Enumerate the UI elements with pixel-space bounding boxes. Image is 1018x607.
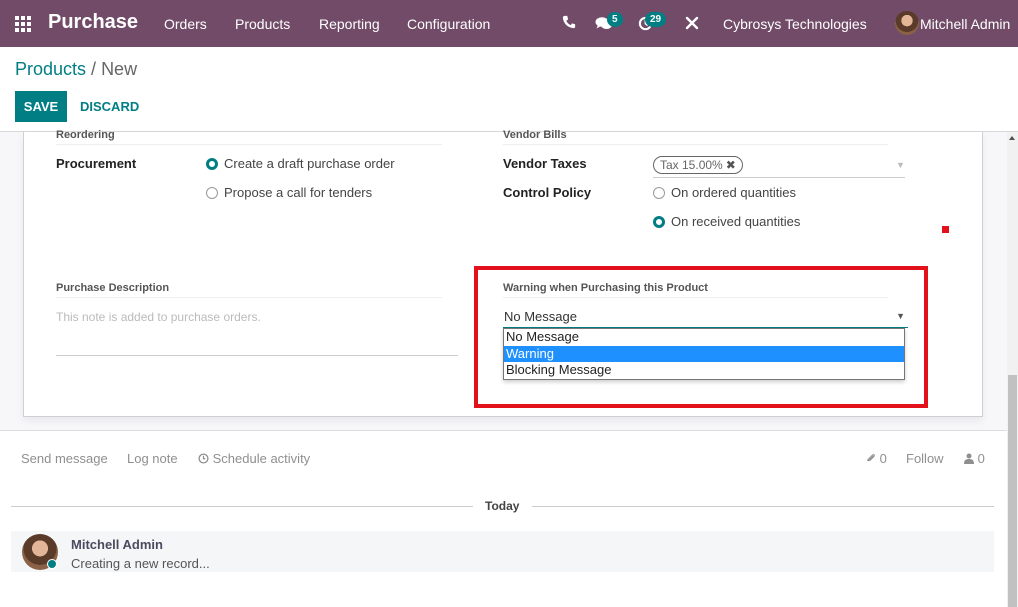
radio-create-draft-po[interactable]: Create a draft purchase order (206, 156, 395, 171)
scrollbar-thumb[interactable] (1008, 375, 1017, 607)
followers-button[interactable]: 0 (964, 451, 985, 466)
section-purchase-warning: Warning when Purchasing this Product (503, 282, 888, 298)
radio-unchecked-icon[interactable] (653, 186, 665, 199)
radio-ordered-quantities[interactable]: On ordered quantities (653, 185, 796, 200)
followers-count: 0 (977, 451, 985, 466)
option-warning[interactable]: Warning (504, 345, 904, 362)
purchase-description-underline (56, 355, 458, 356)
warning-options-dropdown: No Message Warning Blocking Message (503, 328, 905, 380)
schedule-activity-label: Schedule activity (212, 451, 311, 466)
menu-products[interactable]: Products (235, 16, 290, 32)
breadcrumb: Products / New (15, 59, 137, 80)
procurement-label: Procurement (56, 156, 137, 171)
date-separator-line (11, 506, 473, 507)
menu-configuration[interactable]: Configuration (407, 16, 490, 32)
radio-label: On received quantities (671, 214, 801, 229)
phone-icon[interactable] (562, 15, 576, 33)
vendor-taxes-label: Vendor Taxes (503, 156, 587, 171)
breadcrumb-separator: / (86, 59, 102, 79)
select-value: No Message (504, 309, 577, 324)
radio-received-quantities[interactable]: On received quantities (653, 214, 800, 229)
schedule-activity-button[interactable]: Schedule activity (198, 451, 310, 466)
section-reordering: Reordering (56, 129, 442, 145)
user-avatar[interactable] (895, 11, 919, 35)
vendor-taxes-input[interactable] (653, 177, 905, 178)
radio-checked-icon[interactable] (206, 157, 218, 170)
option-no-message[interactable]: No Message (504, 329, 904, 346)
send-message-button[interactable]: Send message (21, 451, 108, 466)
tools-icon[interactable] (685, 16, 699, 34)
radio-call-for-tenders[interactable]: Propose a call for tenders (206, 185, 372, 200)
section-vendor-bills: Vendor Bills (503, 129, 888, 145)
vertical-scrollbar[interactable] (1007, 132, 1018, 607)
purchase-warning-select[interactable]: No Message ▼ (503, 308, 908, 328)
control-policy-label: Control Policy (503, 185, 592, 200)
date-separator-line (532, 506, 994, 507)
purchase-description-input[interactable]: This note is added to purchase orders. (56, 310, 261, 324)
attachments-count: 0 (879, 451, 887, 466)
user-menu[interactable]: Mitchell Admin (920, 16, 1010, 32)
app-title[interactable]: Purchase (48, 11, 138, 34)
chevron-down-icon[interactable]: ▼ (896, 311, 905, 321)
breadcrumb-products[interactable]: Products (15, 59, 86, 79)
annotation-marker (942, 226, 949, 233)
attachments-button[interactable]: 0 (865, 451, 887, 466)
scroll-up-arrow-icon[interactable] (1009, 136, 1015, 140)
control-panel: Products / New SAVE DISCARD (0, 47, 1018, 132)
tax-tag: Tax 15.00% ✖ (653, 156, 743, 174)
company-switcher[interactable]: Cybrosys Technologies (723, 16, 867, 32)
radio-label: Create a draft purchase order (224, 156, 395, 171)
message-body: Creating a new record... (71, 556, 210, 571)
clock-icon (198, 451, 213, 466)
apps-grid-icon[interactable] (15, 16, 31, 32)
top-navbar: Purchase Orders Products Reporting Confi… (0, 0, 1018, 47)
discard-button[interactable]: DISCARD (80, 99, 139, 114)
chat-badge: 5 (607, 12, 623, 27)
chatter-message: Mitchell Admin Creating a new record... (11, 531, 994, 572)
radio-label: Propose a call for tenders (224, 185, 373, 200)
radio-unchecked-icon[interactable] (206, 186, 218, 199)
online-status-icon (47, 559, 57, 569)
chatter-divider (0, 430, 1007, 431)
remove-tag-icon[interactable]: ✖ (726, 158, 736, 172)
radio-checked-icon[interactable] (653, 215, 665, 228)
save-button[interactable]: SAVE (15, 91, 67, 122)
paperclip-icon (865, 451, 880, 466)
menu-reporting[interactable]: Reporting (319, 16, 380, 32)
activity-badge: 29 (645, 12, 667, 27)
section-purchase-description: Purchase Description (56, 282, 442, 298)
message-author[interactable]: Mitchell Admin (71, 537, 163, 552)
tax-tag-label: Tax 15.00% (660, 158, 723, 172)
option-blocking-message[interactable]: Blocking Message (504, 362, 904, 379)
log-note-button[interactable]: Log note (127, 451, 178, 466)
date-separator: Today (485, 499, 520, 513)
menu-orders[interactable]: Orders (164, 16, 207, 32)
follow-button[interactable]: Follow (906, 451, 944, 466)
breadcrumb-current: New (101, 59, 138, 79)
radio-label: On ordered quantities (671, 185, 797, 200)
user-icon (964, 451, 978, 466)
chevron-down-icon[interactable]: ▼ (896, 160, 905, 170)
